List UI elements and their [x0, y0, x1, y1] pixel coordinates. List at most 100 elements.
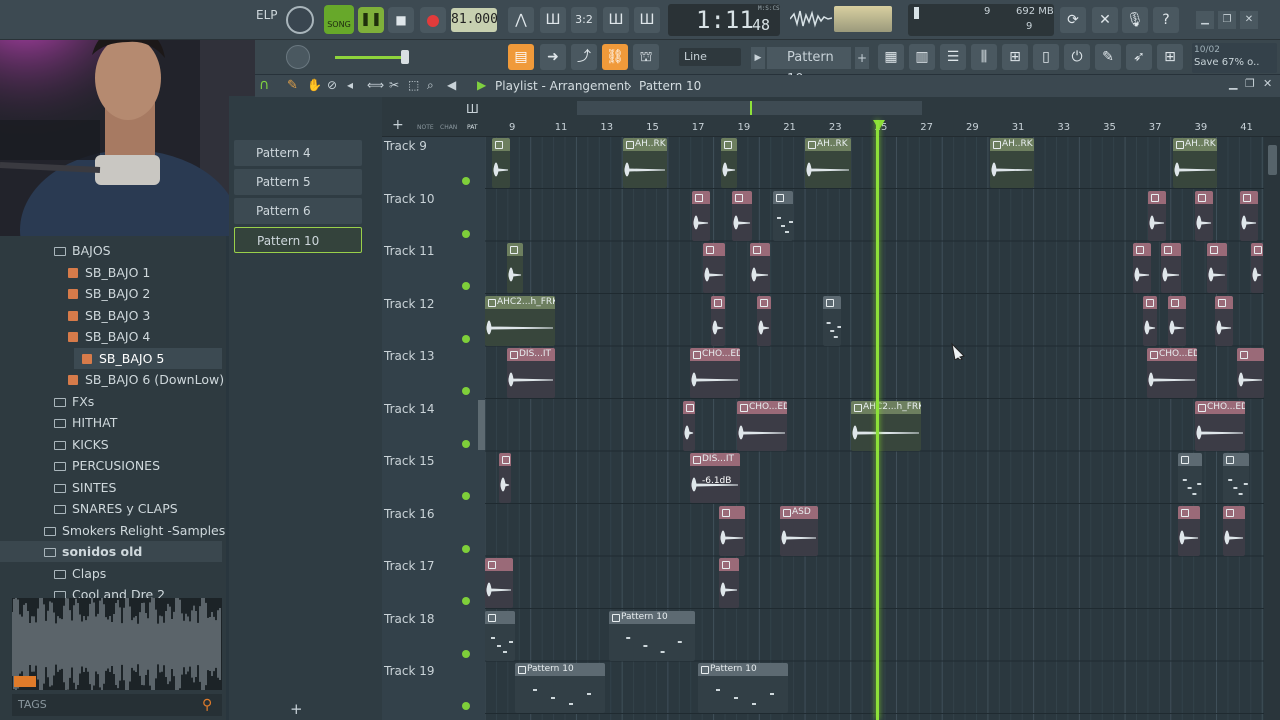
- audio-clip[interactable]: [711, 295, 725, 346]
- playhead[interactable]: [876, 120, 879, 720]
- audio-clip[interactable]: AHC2...h_FRK: [851, 400, 921, 451]
- preview-play-icon[interactable]: [14, 676, 36, 687]
- audio-clip[interactable]: [485, 558, 513, 608]
- track-name[interactable]: Track 11: [384, 244, 434, 258]
- audio-clip[interactable]: [721, 138, 737, 188]
- playlist-close-icon[interactable]: ✕: [1263, 77, 1272, 90]
- browser-folder[interactable]: HITHAT: [54, 412, 117, 433]
- track-mute-led[interactable]: [462, 177, 470, 185]
- pattern-clip[interactable]: Pattern 10: [609, 610, 695, 661]
- zoom-tool-icon[interactable]: ⌕: [427, 78, 434, 93]
- audio-clip[interactable]: CHO...ED: [737, 400, 787, 451]
- browser-file[interactable]: SB_BAJO 1: [68, 262, 150, 283]
- slider-handle[interactable]: [401, 50, 409, 64]
- arrow-button[interactable]: ➜: [540, 44, 566, 70]
- tags-bar[interactable]: TAGS ⚲: [12, 694, 222, 716]
- audio-clip[interactable]: [703, 243, 725, 293]
- track-name[interactable]: Track 9: [384, 139, 427, 153]
- play-button[interactable]: ❚❚: [358, 7, 384, 33]
- audio-clip[interactable]: [719, 558, 739, 608]
- track-mute-led[interactable]: [462, 439, 470, 448]
- audio-clip[interactable]: CHO...ED: [1195, 400, 1245, 451]
- pitch-knob[interactable]: [286, 45, 310, 69]
- mixer-button[interactable]: ⫼: [971, 44, 997, 70]
- piano-roll-mode-button[interactable]: ▤: [508, 44, 534, 70]
- patcher-button[interactable]: ➶: [1126, 44, 1152, 70]
- audio-clip[interactable]: [1143, 295, 1157, 346]
- metronome-button[interactable]: ⋀: [508, 7, 534, 33]
- audio-clip[interactable]: AH..RK: [623, 138, 667, 188]
- audio-clip[interactable]: [732, 190, 752, 241]
- waveform-preview[interactable]: [11, 593, 222, 695]
- song-time-display[interactable]: 1:11 48 M:S:CS: [668, 4, 780, 36]
- pencil-tool-icon[interactable]: ✎: [287, 78, 298, 93]
- pattern-clip[interactable]: Pattern 10: [515, 663, 605, 713]
- audio-clip[interactable]: [507, 243, 523, 293]
- loop-record-button[interactable]: Ш: [634, 7, 660, 33]
- close-button[interactable]: ✕: [1240, 11, 1258, 29]
- track-name[interactable]: Track 15: [384, 454, 434, 468]
- browser-folder[interactable]: Smokers Relight -Samples: [44, 520, 225, 541]
- tempo-display[interactable]: 81.000: [451, 8, 498, 32]
- audio-clip[interactable]: AH..RK: [990, 138, 1034, 188]
- piano-keys-icon[interactable]: Ш: [466, 102, 479, 116]
- audio-clip[interactable]: ASD: [780, 505, 818, 556]
- track-mute-led[interactable]: [462, 334, 470, 343]
- track-mute-led[interactable]: [462, 649, 470, 658]
- pattern-prev-button[interactable]: ▶: [751, 47, 765, 69]
- audio-clip[interactable]: [692, 190, 710, 241]
- autosave-notice[interactable]: 10/02 Save 67% o..: [1192, 43, 1277, 73]
- pattern-selector[interactable]: Pattern 10: [767, 47, 851, 87]
- pattern-clip[interactable]: [773, 190, 793, 241]
- track-name[interactable]: Track 14: [384, 402, 434, 416]
- audio-clip[interactable]: AHC2...h_FRK: [485, 295, 555, 346]
- browser-folder[interactable]: BAJOS: [54, 240, 111, 261]
- browser-folder[interactable]: Claps: [54, 563, 106, 584]
- online-button[interactable]: ⟳: [1060, 7, 1086, 33]
- track-mute-led[interactable]: [462, 229, 470, 238]
- track-name[interactable]: Track 16: [384, 507, 434, 521]
- browser-file[interactable]: SB_BAJO 2: [68, 283, 150, 304]
- help-menu[interactable]: ELP: [256, 8, 278, 22]
- delete-tool-icon[interactable]: ⊘: [327, 78, 337, 92]
- timeline-ruler[interactable]: + NOTE CHAN PAT Ш 9 11 13 15 17 19 21 23 25 27 29 3…: [382, 97, 1280, 137]
- browser-file[interactable]: SB_BAJO 5: [74, 347, 222, 369]
- audio-clip[interactable]: [1251, 243, 1263, 293]
- audio-clip[interactable]: AH..RK: [805, 138, 851, 188]
- browser-file[interactable]: SB_BAJO 3: [68, 305, 150, 326]
- audio-clip[interactable]: [1161, 243, 1181, 293]
- track-mute-led[interactable]: [462, 544, 470, 553]
- slice-tool-icon[interactable]: ✂: [389, 78, 399, 92]
- track-mute-led[interactable]: [462, 282, 470, 290]
- tools-button[interactable]: ✕: [1092, 7, 1118, 33]
- track-name[interactable]: Track 13: [384, 349, 434, 363]
- master-volume-knob[interactable]: [286, 6, 314, 34]
- audio-clip[interactable]: [1133, 243, 1151, 293]
- browser-folder[interactable]: KICKS: [54, 434, 109, 455]
- paint-tool-icon[interactable]: ✋: [307, 78, 322, 92]
- pattern-clip[interactable]: Pattern 10: [698, 663, 788, 713]
- browser-folder[interactable]: sonidos old: [0, 541, 222, 562]
- project-picker-button[interactable]: ▯: [1033, 44, 1059, 70]
- plugin-database-button[interactable]: ⏻: [1064, 44, 1090, 70]
- slip-tool-icon[interactable]: ⟺: [367, 78, 384, 92]
- playback-tool-icon[interactable]: ◀: [447, 78, 456, 92]
- audio-clip[interactable]: AH..RK: [1173, 138, 1217, 188]
- browser-folder[interactable]: PERCUSIONES: [54, 455, 160, 476]
- song-mode-button[interactable]: SONG: [324, 5, 354, 34]
- audio-clip[interactable]: DIS...IT: [507, 348, 555, 398]
- browser-file[interactable]: SB_BAJO 4: [68, 326, 150, 347]
- playhead-marker[interactable]: [873, 120, 885, 130]
- track-scroll-handle[interactable]: [478, 400, 485, 450]
- maximize-button[interactable]: ❐: [1218, 11, 1236, 29]
- playlist-button[interactable]: ▦: [878, 44, 904, 70]
- pattern-picker-item[interactable]: Pattern 6: [234, 198, 362, 224]
- plugin-picker-button[interactable]: ✎: [1095, 44, 1121, 70]
- audio-clip[interactable]: [492, 138, 510, 188]
- step-edit-button[interactable]: Ш: [603, 7, 629, 33]
- minimize-button[interactable]: ▁: [1196, 11, 1214, 29]
- channel-rack-button[interactable]: ☰: [940, 44, 966, 70]
- track-name[interactable]: Track 12: [384, 297, 434, 311]
- audio-clip[interactable]: [1240, 190, 1258, 241]
- track-mute-led[interactable]: [462, 702, 470, 710]
